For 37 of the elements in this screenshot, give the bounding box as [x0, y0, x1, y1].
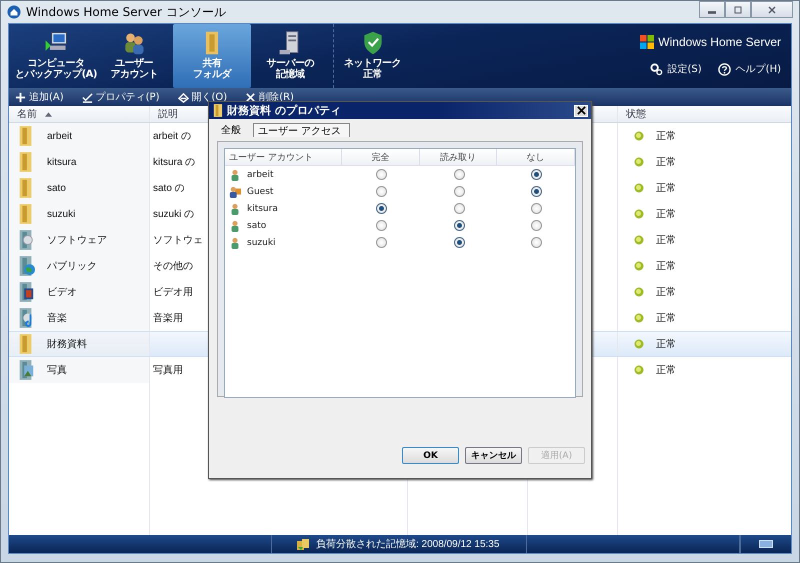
- dialog-title: 財務資料 のプロパティ: [227, 103, 341, 118]
- share-description: 音楽用: [153, 312, 183, 325]
- share-name: ソフトウェア: [47, 234, 107, 247]
- share-name: 音楽: [47, 312, 67, 325]
- status-text: 正常: [656, 182, 676, 195]
- user-name: sato: [247, 220, 266, 230]
- user-name: Guest: [247, 186, 274, 196]
- share-name: 財務資料: [47, 338, 87, 351]
- status-text: 正常: [656, 338, 676, 351]
- window-title: Windows Home Server コンソール: [26, 4, 226, 20]
- share-description: kitsura の: [153, 156, 196, 169]
- status-text: 正常: [656, 312, 676, 325]
- share-description: ソフトウェ: [153, 234, 203, 247]
- share-description: 写真用: [153, 364, 183, 377]
- user-name: suzuki: [247, 238, 276, 248]
- status-text: 正常: [656, 156, 676, 169]
- share-name: ビデオ: [47, 286, 77, 299]
- share-name: パブリック: [47, 260, 97, 273]
- status-text: 正常: [656, 130, 676, 143]
- share-description: suzuki の: [153, 208, 194, 221]
- status-text: 負荷分散された記憶域: 2008/09/12 15:35: [316, 538, 500, 551]
- brand-name: Windows Home Server: [658, 35, 781, 49]
- share-description: sato の: [153, 182, 185, 195]
- share-name: kitsura: [47, 156, 76, 168]
- status-text: 正常: [656, 260, 676, 273]
- user-name: kitsura: [247, 204, 278, 214]
- share-description: その他の: [153, 260, 193, 273]
- status-text: 正常: [656, 286, 676, 299]
- status-text: 正常: [656, 364, 676, 377]
- share-description: ビデオ用: [153, 286, 193, 299]
- share-name: arbeit: [47, 130, 72, 142]
- share-name: sato: [47, 182, 66, 194]
- share-name: 写真: [47, 364, 67, 377]
- share-description: arbeit の: [153, 130, 191, 143]
- share-name: suzuki: [47, 208, 76, 220]
- status-text: 正常: [656, 208, 676, 221]
- status-text: 正常: [656, 234, 676, 247]
